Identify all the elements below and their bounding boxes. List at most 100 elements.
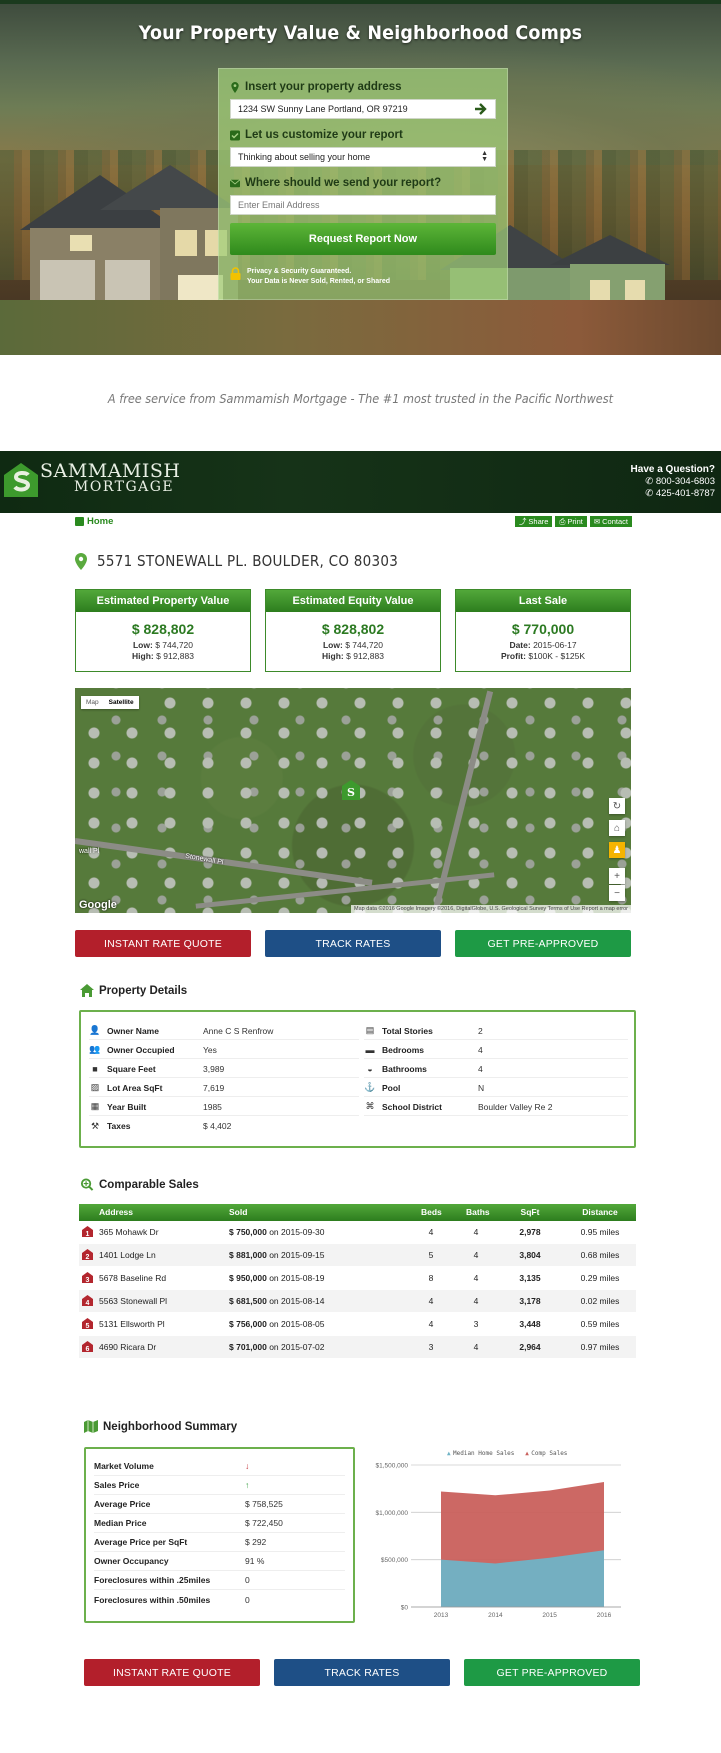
summary-row: Median Price $ 722,450 — [94, 1514, 345, 1533]
comp-address[interactable]: 5131 Ellsworth Pl — [99, 1313, 165, 1335]
map-attribution[interactable]: Map data ©2016 Google Imagery ©2016, Dig… — [351, 905, 631, 913]
card-profit-value: $100K - $125K — [528, 651, 586, 661]
property-marker-icon[interactable]: S — [342, 780, 360, 800]
map-pin-icon — [231, 81, 239, 93]
col-sold[interactable]: Sold — [229, 1204, 247, 1221]
comp-price: $ 750,000 — [229, 1227, 267, 1237]
get-pre-approved-button-bottom[interactable]: GET PRE-APPROVED — [464, 1659, 640, 1686]
comp-beds: 4 — [428, 1227, 434, 1237]
card-profit-label: Profit: — [500, 651, 526, 661]
instant-rate-quote-button-bottom[interactable]: INSTANT RATE QUOTE — [84, 1659, 260, 1686]
phone-2-text: 425-401-8787 — [655, 488, 715, 499]
pegman-icon[interactable]: ♟ — [609, 842, 625, 858]
comp-date: on 2015-08-19 — [269, 1273, 325, 1283]
y-tick-label: $1,500,000 — [375, 1463, 408, 1470]
comp-address[interactable]: 365 Mohawk Dr — [99, 1221, 159, 1243]
table-row[interactable]: 4 5563 Stonewall Pl $ 681,500 on 2015-08-1… — [79, 1290, 636, 1312]
comp-baths: 4 — [473, 1250, 479, 1260]
comp-address[interactable]: 1401 Lodge Ln — [99, 1244, 156, 1266]
table-row[interactable]: 5 5131 Ellsworth Pl $ 756,000 on 2015-08-0… — [79, 1313, 636, 1335]
summary-key: Median Price — [94, 1518, 147, 1528]
envelope-icon — [230, 178, 240, 187]
track-rates-button-bottom[interactable]: TRACK RATES — [274, 1659, 450, 1686]
comp-address[interactable]: 4690 Ricara Dr — [99, 1336, 156, 1358]
detail-key: Total Stories — [382, 1025, 433, 1036]
home-link-text: Home — [87, 516, 114, 527]
detail-key: Taxes — [107, 1121, 131, 1131]
y-tick-label: $0 — [401, 1605, 409, 1612]
comp-address[interactable]: 5678 Baseline Rd — [99, 1267, 166, 1289]
house-number: 1 — [86, 1231, 90, 1237]
card-title: Estimated Equity Value — [266, 590, 440, 612]
detail-square-feet: ■ Square Feet 3,989 — [89, 1060, 359, 1078]
map-tab-satellite[interactable]: Satellite — [104, 696, 139, 709]
y-tick-label: $500,000 — [381, 1557, 408, 1564]
map-tab-map[interactable]: Map — [81, 696, 104, 709]
instant-rate-quote-button[interactable]: INSTANT RATE QUOTE — [75, 930, 251, 957]
summary-row: Average Price per SqFt $ 292 — [94, 1533, 345, 1552]
phone-2[interactable]: ✆ 425-401-8787 — [631, 488, 715, 500]
home-arrow-icon — [75, 517, 84, 526]
detail-owner-occupied: 👥 Owner Occupied Yes — [89, 1041, 359, 1059]
square-icon: ■ — [92, 1063, 98, 1074]
email-input[interactable]: Enter Email Address — [230, 195, 496, 215]
trend-down-icon: ↓ — [245, 1461, 250, 1471]
comp-beds: 4 — [428, 1296, 434, 1306]
col-baths[interactable]: Baths — [466, 1204, 490, 1221]
track-rates-button[interactable]: TRACK RATES — [265, 930, 441, 957]
card-value: $ 770,000 — [511, 621, 575, 637]
home-link[interactable]: Home — [75, 516, 113, 527]
email-placeholder: Enter Email Address — [238, 200, 320, 210]
property-details-title-text: Property Details — [99, 984, 188, 997]
comp-beds: 4 — [428, 1319, 434, 1329]
get-pre-approved-button[interactable]: GET PRE-APPROVED — [455, 930, 631, 957]
col-distance[interactable]: Distance — [567, 1204, 633, 1221]
zoom-in-icon[interactable]: + — [609, 868, 625, 884]
house-number: 4 — [86, 1300, 90, 1306]
house-number-icon: 4 — [82, 1295, 93, 1306]
contact-button[interactable]: ✉ Contact — [589, 516, 632, 527]
satellite-map[interactable]: Map Satellite wall Pl Stonewall Pl S ↻ ⌂… — [75, 688, 631, 913]
customize-select[interactable]: Thinking about selling your home ▲ ▼ — [230, 147, 496, 167]
table-row[interactable]: 3 5678 Baseline Rd $ 950,000 on 2015-08-19… — [79, 1267, 636, 1289]
col-address[interactable]: Address — [99, 1204, 133, 1221]
comp-address[interactable]: 5563 Stonewall Pl — [99, 1290, 167, 1312]
col-sqft[interactable]: SqFt — [507, 1204, 553, 1221]
legend-marker: ▲ — [525, 1450, 529, 1457]
detail-value: 2 — [478, 1025, 483, 1036]
hero-title: Your Property Value & Neighborhood Comps — [138, 22, 583, 44]
comp-distance: 0.59 miles — [580, 1319, 620, 1329]
contact-label: Contact — [602, 517, 628, 526]
col-beds[interactable]: Beds — [421, 1204, 442, 1221]
anchor-icon: ⚓ — [364, 1082, 376, 1092]
x-tick-label: 2015 — [542, 1612, 557, 1619]
summary-row: Foreclosures within .50miles 0 — [94, 1590, 345, 1609]
share-button[interactable]: ⤴ Share — [514, 516, 553, 527]
comp-distance: 0.68 miles — [580, 1250, 620, 1260]
detail-key: Bedrooms — [382, 1044, 425, 1055]
detail-bathrooms: ◒ Bathrooms 4 — [364, 1060, 628, 1078]
table-row[interactable]: 6 4690 Ricara Dr $ 701,000 on 2015-07-02 3 4… — [79, 1336, 636, 1358]
comp-sqft: 2,964 — [519, 1342, 541, 1352]
phone-1[interactable]: ✆ 800-304-6803 — [631, 476, 715, 488]
detail-value: 3,989 — [203, 1063, 225, 1074]
zoom-out-icon[interactable]: − — [609, 885, 625, 901]
tilt-icon[interactable]: ⌂ — [609, 820, 625, 836]
detail-bedrooms: ▬ Bedrooms 4 — [364, 1041, 628, 1059]
table-row[interactable]: 2 1401 Lodge Ln $ 881,000 on 2015-09-15 5 4 3… — [79, 1244, 636, 1266]
map-pin-icon — [75, 552, 87, 570]
sammamish-logo[interactable]: SAMMAMISH MORTGAGE — [4, 461, 180, 497]
request-report-button[interactable]: Request Report Now — [230, 223, 496, 255]
card-details: Date: 2015-06-17 Profit: $100K - $125K — [456, 640, 630, 662]
detail-value: Yes — [203, 1044, 217, 1055]
rotate-icon[interactable]: ↻ — [609, 798, 625, 814]
comp-baths: 3 — [473, 1319, 479, 1329]
detail-key: Owner Name — [107, 1025, 159, 1036]
map-type-toggle: Map Satellite — [81, 696, 139, 709]
arrow-right-icon[interactable] — [474, 103, 488, 115]
table-row[interactable]: 1 365 Mohawk Dr $ 750,000 on 2015-09-30 4 4 2… — [79, 1221, 636, 1243]
detail-key: School District — [382, 1101, 442, 1112]
print-button[interactable]: ⎙ Print — [555, 516, 587, 527]
summary-value: 0 — [245, 1594, 250, 1605]
address-input[interactable]: 1234 SW Sunny Lane Portland, OR 97219 — [230, 99, 496, 119]
